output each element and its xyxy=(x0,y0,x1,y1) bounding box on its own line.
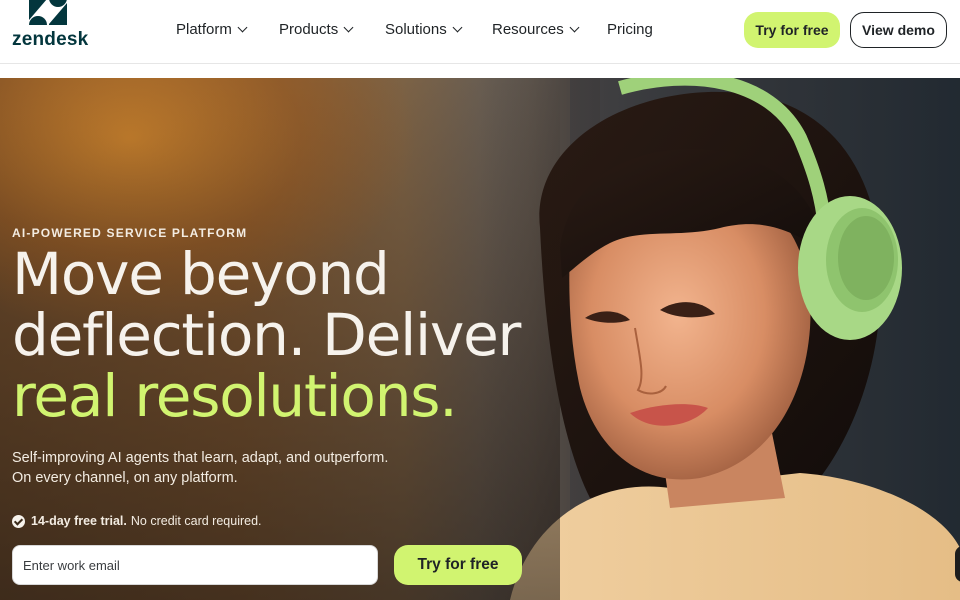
nav-platform[interactable]: Platform xyxy=(176,21,248,38)
try-for-free-header-button[interactable]: Try for free xyxy=(744,12,840,48)
hero-section: AI-POWERED SERVICE PLATFORM Move beyond … xyxy=(0,78,960,600)
nav-products[interactable]: Products xyxy=(279,21,354,38)
hero-subcopy: Self-improving AI agents that learn, ada… xyxy=(12,448,432,488)
work-email-input[interactable] xyxy=(12,545,378,585)
hero-headline: Move beyond deflection. Deliver real res… xyxy=(12,244,521,430)
chevron-down-icon xyxy=(569,22,580,33)
nav-platform-label: Platform xyxy=(176,21,232,38)
site-header: zendesk Platform Products Solutions Reso… xyxy=(0,0,960,64)
hero-eyebrow: AI-POWERED SERVICE PLATFORM xyxy=(12,226,248,240)
chevron-down-icon xyxy=(237,22,248,33)
side-scroll-indicator[interactable] xyxy=(955,546,960,582)
headline-accent: real resolutions. xyxy=(12,362,458,430)
nav-solutions-label: Solutions xyxy=(385,21,447,38)
subcopy-line-2: On every channel, on any platform. xyxy=(12,470,238,486)
logo-wordmark: zendesk xyxy=(12,29,89,50)
try-for-free-hero-button[interactable]: Try for free xyxy=(394,545,522,585)
zendesk-logo[interactable]: zendesk xyxy=(12,0,89,52)
nav-pricing[interactable]: Pricing xyxy=(607,21,653,38)
zendesk-logo-icon xyxy=(29,0,67,25)
trial-rest-text: No credit card required. xyxy=(130,514,262,528)
headline-line-1: Move beyond xyxy=(12,240,390,308)
headline-line-2: deflection. Deliver xyxy=(12,301,521,369)
nav-solutions[interactable]: Solutions xyxy=(385,21,463,38)
chevron-down-icon xyxy=(343,22,354,33)
trial-bold-text: 14-day free trial. xyxy=(31,514,127,528)
nav-resources[interactable]: Resources xyxy=(492,21,580,38)
nav-pricing-label: Pricing xyxy=(607,21,653,38)
view-demo-button[interactable]: View demo xyxy=(850,12,947,48)
trial-note: 14-day free trial. No credit card requir… xyxy=(12,514,262,528)
subcopy-line-1: Self-improving AI agents that learn, ada… xyxy=(12,450,389,466)
check-circle-icon xyxy=(12,514,25,528)
chevron-down-icon xyxy=(452,22,463,33)
nav-resources-label: Resources xyxy=(492,21,564,38)
nav-products-label: Products xyxy=(279,21,339,38)
